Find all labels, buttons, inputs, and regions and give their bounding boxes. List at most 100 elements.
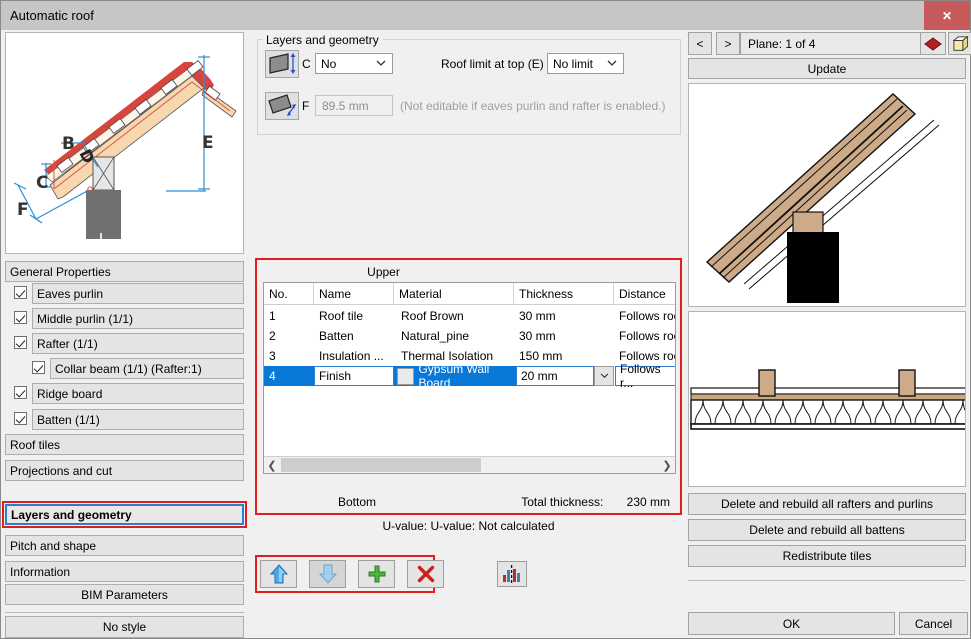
cell-name-value: Finish [319,369,351,383]
cell-material-editor[interactable]: Gypsum Wall Board [394,366,516,386]
layers-grid[interactable]: No. Name Material Thickness Distance 1 R… [263,282,676,474]
next-plane-button[interactable]: > [716,32,740,55]
move-up-arrow-icon [269,563,289,585]
chevron-down-icon [607,54,617,73]
update-button[interactable]: Update [688,58,966,79]
delete-rebuild-battens-button[interactable]: Delete and rebuild all battens [688,519,966,541]
plane-indicator[interactable]: Plane: 1 of 4 [740,32,928,55]
cell-thickness: 30 mm [514,306,614,326]
sidebar-item-label: Batten (1/1) [37,413,100,427]
chevron-down-icon [600,373,609,379]
cell-no: 2 [264,326,314,346]
material-color-button[interactable] [920,32,946,55]
upper-label-text: Upper [367,265,400,279]
3d-view-button[interactable] [948,32,971,55]
checkbox-collar-beam[interactable] [32,361,45,374]
material-color-swatch[interactable] [397,368,414,385]
c-label: C [302,57,311,71]
sidebar-item-pitch-and-shape[interactable]: Pitch and shape [5,535,244,556]
sidebar-item-batten[interactable]: Batten (1/1) [32,409,244,430]
sidebar-item-label: Collar beam (1/1) (Rafter:1) [55,362,202,376]
add-layer-button[interactable] [358,560,395,588]
layer-section-preview [688,311,966,487]
thickness-dropdown-button[interactable] [594,366,614,386]
f-value-field[interactable]: 89.5 mm [315,95,393,116]
c-value: No [321,57,336,71]
delete-rebuild-rafters-button[interactable]: Delete and rebuild all rafters and purli… [688,493,966,515]
no-style-label: No style [103,620,146,634]
layer-shape-c-button[interactable] [265,50,299,78]
cell-thickness: 30 mm [514,326,614,346]
bottom-label: Bottom [257,495,457,509]
cell-no: 1 [264,306,314,326]
sidebar-item-collar-beam[interactable]: Collar beam (1/1) (Rafter:1) [50,358,244,379]
roof-limit-combobox[interactable]: No limit [547,53,624,74]
red-x-icon [416,564,436,584]
table-row[interactable]: 2 Batten Natural_pine 30 mm Follows roof… [264,326,675,346]
bar-chart-icon [502,565,522,583]
sidebar-item-general-properties[interactable]: General Properties [5,261,244,282]
grid-horizontal-scrollbar[interactable]: ❮ ❯ [264,456,675,473]
sidebar-item-label: General Properties [10,265,111,279]
sidebar-item-middle-purlin[interactable]: Middle purlin (1/1) [32,308,244,329]
scrollbar-thumb[interactable] [281,458,481,472]
diagram-label-c: C [36,173,48,193]
title-bar: Automatic roof ✕ [1,1,970,30]
diagram-label-e: E [202,133,214,153]
previous-plane-button[interactable]: < [688,32,712,55]
checkbox-eaves-purlin[interactable] [14,286,27,299]
column-header-thickness[interactable]: Thickness [514,283,614,304]
right-panel: < > Plane: 1 of 4 Update [688,32,966,634]
redistribute-tiles-button[interactable]: Redistribute tiles [688,545,966,567]
sidebar-item-projections-and-cut[interactable]: Projections and cut [5,460,244,481]
f-label: F [302,99,309,113]
move-layer-down-button[interactable] [309,560,346,588]
sidebar-item-label: Layers and geometry [11,508,132,522]
column-header-name[interactable]: Name [314,283,394,304]
sidebar-item-roof-tiles[interactable]: Roof tiles [5,434,244,455]
checkbox-rafter[interactable] [14,336,27,349]
u-value-text: U-value: U-value: Not calculated [255,519,682,533]
layer-shape-f-button[interactable] [265,92,299,120]
table-row[interactable]: 1 Roof tile Roof Brown 30 mm Follows roo… [264,306,675,326]
cell-name-editor[interactable]: Finish [314,366,394,386]
cancel-button[interactable]: Cancel [899,612,968,635]
cell-name: Batten [314,326,394,346]
sidebar-item-ridge-board[interactable]: Ridge board [32,383,244,404]
cell-thickness: 150 mm [514,346,614,366]
column-header-no[interactable]: No. [264,283,314,304]
left-panel: B C E F D General Properties Eaves purli… [5,32,244,634]
no-style-button[interactable]: No style [5,616,244,638]
parallelogram-height-icon [266,51,298,77]
layer-chart-button[interactable] [497,561,527,587]
column-header-distance[interactable]: Distance [614,283,676,304]
sidebar-item-rafter[interactable]: Rafter (1/1) [32,333,244,354]
cell-distance-editor[interactable]: Follows r... [615,366,676,386]
roof-section-preview: B C E F D [5,32,244,254]
divider [688,580,966,581]
roof-section-diagram: B C E F D [6,33,243,253]
c-combobox[interactable]: No [315,53,393,74]
close-icon[interactable]: ✕ [924,1,970,30]
sidebar-item-label: Middle purlin (1/1) [37,312,133,326]
cell-name: Roof tile [314,306,394,326]
ok-button[interactable]: OK [688,612,895,635]
sidebar-item-label: Information [10,565,70,579]
checkbox-middle-purlin[interactable] [14,311,27,324]
sidebar-item-layers-and-geometry[interactable]: Layers and geometry [5,504,244,525]
cell-no: 3 [264,346,314,366]
checkbox-batten[interactable] [14,412,27,425]
column-header-material[interactable]: Material [394,283,514,304]
cell-thickness-editor[interactable]: 20 mm [516,366,594,386]
cell-distance-value: Follows r... [620,362,675,390]
scroll-right-icon[interactable]: ❯ [659,457,675,473]
table-row-selected[interactable]: 4 Finish Gypsum Wall Board 20 mm [264,366,675,386]
diagram-label-f: F [17,200,29,220]
delete-layer-button[interactable] [407,560,444,588]
move-layer-up-button[interactable] [260,560,297,588]
checkbox-ridge-board[interactable] [14,386,27,399]
bim-parameters-button[interactable]: BIM Parameters [5,584,244,605]
scroll-left-icon[interactable]: ❮ [264,457,280,473]
sidebar-item-information[interactable]: Information [5,561,244,582]
sidebar-item-eaves-purlin[interactable]: Eaves purlin [32,283,244,304]
